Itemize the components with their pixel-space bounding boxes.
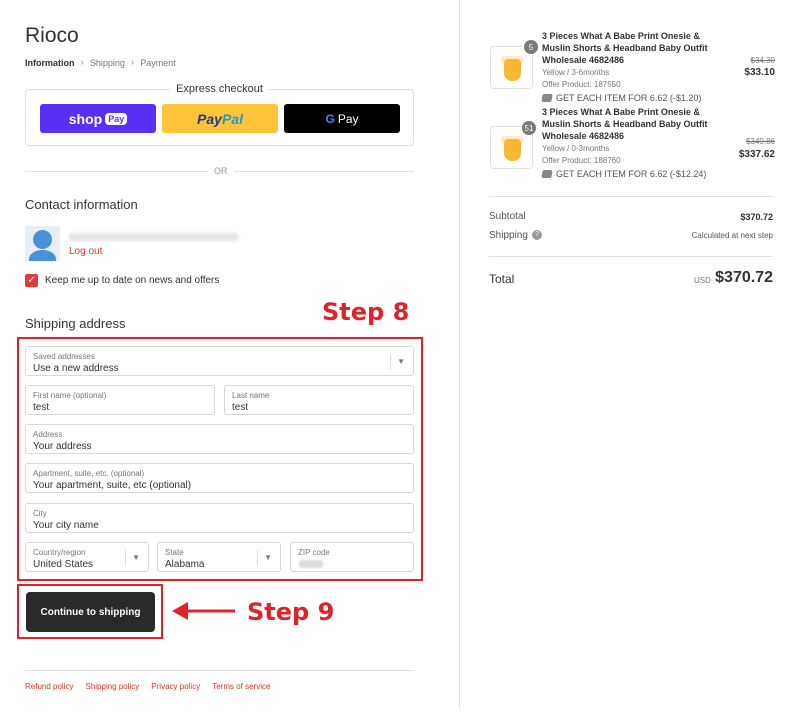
order-item: 5 3 Pieces What A Babe Print Onesie & Mu… xyxy=(490,30,775,110)
item-title: 3 Pieces What A Babe Print Onesie & Musl… xyxy=(542,107,708,141)
zip-field[interactable]: ZIP code xyxy=(290,542,414,572)
city-placeholder: Your city name xyxy=(33,520,99,531)
saved-addresses-select[interactable]: Saved addresses Use a new address ▼ xyxy=(25,346,414,376)
shop-pay-text: shop xyxy=(68,110,103,127)
paypal-text-a: Pay xyxy=(197,110,222,127)
item-original-price: $34.30 xyxy=(750,56,775,65)
chevron-down-icon: ▼ xyxy=(397,357,405,366)
city-field[interactable]: City Your city name xyxy=(25,503,414,533)
item-discount: GET EACH ITEM FOR 6.62 (-$12.24) xyxy=(541,169,707,179)
item-title: 3 Pieces What A Babe Print Onesie & Musl… xyxy=(542,31,708,65)
redacted-email xyxy=(69,233,239,241)
item-price: $337.62 xyxy=(738,149,775,160)
checkout-main: Rioco Information › Shipping › Payment E… xyxy=(0,0,460,720)
express-checkout: Express checkout shop Pay Pay Pal G Pay xyxy=(25,83,414,146)
first-name-field[interactable]: First name (optional) test xyxy=(25,385,215,415)
paypal-text-b: Pal xyxy=(221,110,243,127)
apartment-label: Apartment, suite, etc. (optional) xyxy=(33,469,145,478)
chevron-down-icon: ▼ xyxy=(132,553,140,562)
step-9-annotation: Step 9 xyxy=(247,598,335,626)
avatar xyxy=(25,226,60,261)
apartment-placeholder: Your apartment, suite, etc (optional) xyxy=(33,480,192,491)
continue-to-shipping-button[interactable]: Continue to shipping xyxy=(26,592,155,632)
chevron-down-icon: ▼ xyxy=(264,553,272,562)
refund-policy-link[interactable]: Refund policy xyxy=(25,682,73,691)
shop-pay-pill: Pay xyxy=(105,112,128,125)
breadcrumb: Information › Shipping › Payment xyxy=(25,57,176,68)
shop-pay-button[interactable]: shop Pay xyxy=(40,104,156,133)
address-label: Address xyxy=(33,430,63,439)
express-checkout-title: Express checkout xyxy=(170,83,269,95)
quantity-badge: 5 xyxy=(524,40,538,54)
breadcrumb-information[interactable]: Information xyxy=(25,58,75,68)
shipping-policy-link[interactable]: Shipping policy xyxy=(85,682,139,691)
item-offer: Offer Product: 188760 xyxy=(542,156,621,165)
question-icon[interactable]: ? xyxy=(531,230,542,241)
subtotal-label: Subtotal xyxy=(489,211,526,222)
country-value: United States xyxy=(33,559,94,570)
total-label: Total xyxy=(489,272,515,286)
google-pay-text: Pay xyxy=(337,111,359,126)
quantity-badge: 51 xyxy=(522,121,536,135)
item-variant: Yellow / 3-6months xyxy=(542,68,610,77)
last-name-value: test xyxy=(232,402,249,413)
google-pay-button[interactable]: G Pay xyxy=(284,104,400,133)
step-8-annotation: Step 8 xyxy=(322,298,410,326)
shipping-label-row: Shipping? xyxy=(489,230,542,241)
chevron-right-icon: › xyxy=(80,57,84,68)
store-name[interactable]: Rioco xyxy=(25,24,79,48)
state-label: State xyxy=(165,548,184,557)
country-label: Country/region xyxy=(33,548,86,557)
item-discount-text: GET EACH ITEM FOR 6.62 (-$1.20) xyxy=(556,93,702,103)
or-text: OR xyxy=(208,166,234,176)
country-select[interactable]: Country/region United States ▼ xyxy=(25,542,149,572)
arrow-left-icon xyxy=(172,602,235,620)
order-summary: 5 3 Pieces What A Babe Print Onesie & Mu… xyxy=(460,0,800,708)
tag-icon xyxy=(541,170,553,178)
first-name-value: test xyxy=(33,402,50,413)
chevron-right-icon: › xyxy=(130,57,135,68)
address-placeholder: Your address xyxy=(33,441,92,452)
newsletter-checkbox[interactable]: ✓ xyxy=(25,274,38,287)
tag-icon xyxy=(541,94,553,102)
saved-addresses-value: Use a new address xyxy=(33,363,119,374)
total-value: $370.72 xyxy=(715,269,773,286)
footer-links: Refund policy Shipping policy Privacy po… xyxy=(25,682,270,691)
contact-title: Contact information xyxy=(25,197,138,212)
logout-link[interactable]: Log out xyxy=(69,246,102,257)
city-label: City xyxy=(33,509,47,518)
last-name-label: Last name xyxy=(232,391,270,400)
item-variant: Yellow / 0-3months xyxy=(542,144,610,153)
privacy-policy-link[interactable]: Privacy policy xyxy=(151,682,200,691)
last-name-field[interactable]: Last name test xyxy=(224,385,414,415)
item-discount-text: GET EACH ITEM FOR 6.62 (-$12.24) xyxy=(556,169,707,179)
breadcrumb-shipping: Shipping xyxy=(89,57,125,68)
apartment-field[interactable]: Apartment, suite, etc. (optional) Your a… xyxy=(25,463,414,493)
paypal-button[interactable]: Pay Pal xyxy=(162,104,278,133)
address-field[interactable]: Address Your address xyxy=(25,424,414,454)
item-offer: Offer Product: 187550 xyxy=(542,80,621,89)
summary-divider xyxy=(489,196,773,197)
redacted-zip xyxy=(299,560,323,568)
item-price: $33.10 xyxy=(744,67,775,78)
footer-divider xyxy=(25,670,414,671)
item-original-price: $349.86 xyxy=(746,137,775,146)
order-item: 51 3 Pieces What A Babe Print Onesie & M… xyxy=(490,106,775,186)
breadcrumb-payment: Payment xyxy=(140,57,176,68)
terms-of-service-link[interactable]: Terms of service xyxy=(212,682,270,691)
newsletter-label: Keep me up to date on news and offers xyxy=(45,275,220,286)
state-select[interactable]: State Alabama ▼ xyxy=(157,542,281,572)
summary-divider xyxy=(489,256,773,257)
state-value: Alabama xyxy=(165,559,205,570)
shipping-value: Calculated at next step xyxy=(691,231,773,240)
first-name-label: First name (optional) xyxy=(33,391,107,400)
shipping-label: Shipping xyxy=(489,230,528,241)
zip-label: ZIP code xyxy=(298,548,330,557)
google-g-icon: G xyxy=(325,111,335,126)
currency-code: USD xyxy=(694,276,711,285)
saved-addresses-label: Saved addresses xyxy=(33,352,95,361)
shipping-address-title: Shipping address xyxy=(25,316,126,331)
item-discount: GET EACH ITEM FOR 6.62 (-$1.20) xyxy=(541,93,702,103)
subtotal-value: $370.72 xyxy=(740,212,773,222)
